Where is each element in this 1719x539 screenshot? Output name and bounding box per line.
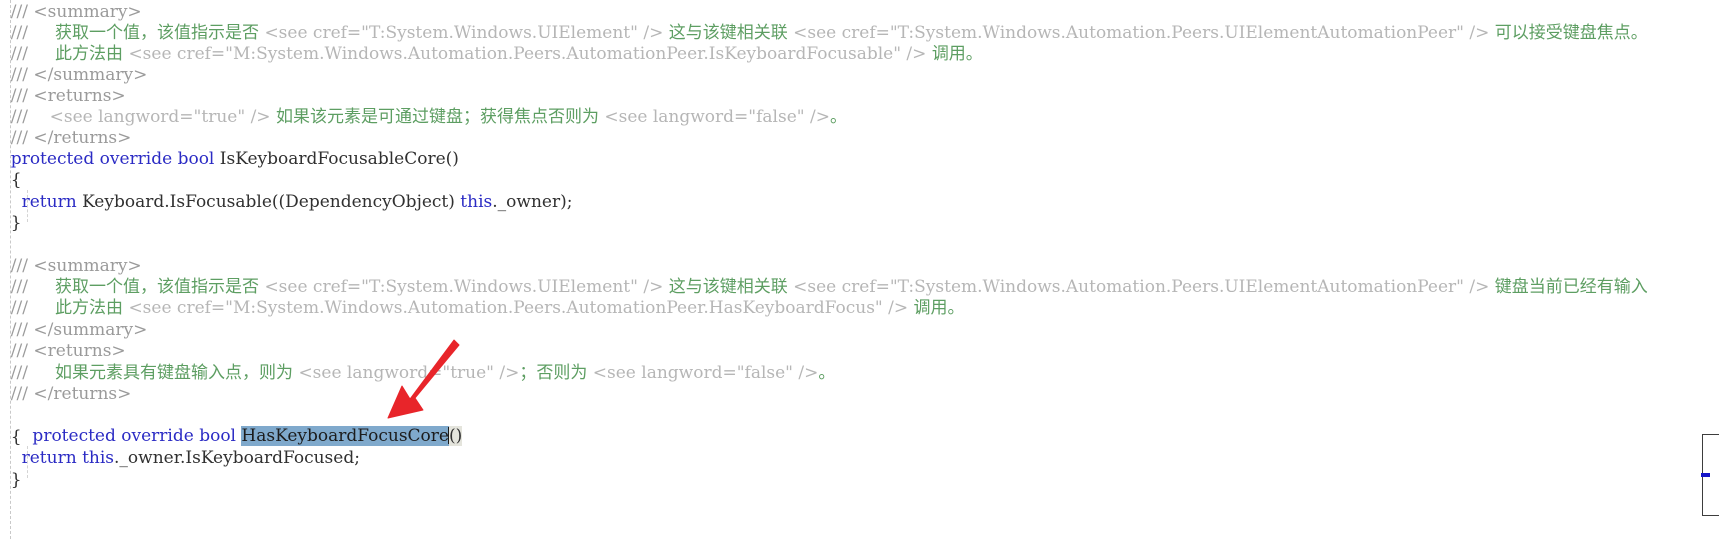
code-token: ///	[0, 341, 34, 361]
code-token: 键盘当前已经有输入	[1494, 277, 1648, 297]
scroll-map-frame[interactable]	[1701, 434, 1719, 516]
code-token: IsKeyboardFocusableCore()	[219, 149, 459, 169]
code-line[interactable]: }	[0, 213, 1719, 234]
code-token: ///	[0, 65, 34, 85]
code-line[interactable]: /// </returns>	[0, 128, 1719, 149]
code-token: this	[82, 448, 115, 468]
code-token: 调用。	[913, 298, 965, 318]
code-token: 如果元素具有键盘输入点，则为	[33, 363, 299, 383]
code-line[interactable]: }	[0, 470, 1719, 491]
code-token: 获取一个值，该值指示是否	[33, 277, 265, 297]
code-token: <see langword="true" />	[33, 107, 276, 127]
code-token: <see cref="T:System.Windows.Automation.P…	[793, 23, 1495, 43]
code-line[interactable]: /// <returns>	[0, 341, 1719, 362]
code-token: 如果该元素是可通过键盘；获得焦点否则为	[275, 107, 605, 127]
code-line-haskeyboardfocuscore[interactable]: protected override bool HasKeyboardFocus…	[0, 405, 1719, 447]
code-token: this	[460, 192, 493, 212]
code-token: ///	[0, 256, 34, 276]
code-line-keywords: protected override bool	[21, 426, 242, 447]
code-token: <see cref="T:System.Windows.UIElement" /…	[264, 277, 669, 297]
code-token: }	[0, 470, 22, 490]
code-token: ///	[0, 277, 34, 297]
code-token: <see langword="false" />	[604, 107, 830, 127]
code-token: 获取一个值，该值指示是否	[33, 23, 265, 43]
code-line[interactable]: /// </summary>	[0, 320, 1719, 341]
code-token: }	[0, 213, 22, 233]
code-line[interactable]: /// <see langword="true" /> 如果该元素是可通过键盘；…	[0, 107, 1719, 128]
code-line[interactable]: {	[0, 170, 1719, 191]
code-token: 此方法由	[33, 298, 129, 318]
code-token: return	[0, 448, 83, 468]
code-token: 此方法由	[33, 44, 129, 64]
code-token: <summary>	[33, 2, 142, 22]
code-token: </summary>	[33, 320, 148, 340]
code-token: ///	[0, 44, 34, 64]
code-line[interactable]: return Keyboard.IsFocusable((DependencyO…	[0, 192, 1719, 213]
code-line[interactable]: /// <returns>	[0, 86, 1719, 107]
selected-text[interactable]: HasKeyboardFocusCore	[241, 426, 449, 447]
code-line[interactable]: /// 如果元素具有键盘输入点，则为 <see langword="true" …	[0, 363, 1719, 384]
code-token: <returns>	[33, 86, 126, 106]
code-token: {	[0, 170, 22, 190]
code-token: 调用。	[931, 44, 983, 64]
code-token: <see langword="false" />	[592, 363, 819, 383]
code-token: ///	[0, 107, 34, 127]
code-token: protected override bool	[0, 149, 220, 169]
code-token: ///	[0, 2, 34, 22]
code-token: <see cref="M:System.Windows.Automation.P…	[128, 298, 914, 318]
code-token: ///	[0, 128, 34, 148]
code-token: <summary>	[33, 256, 142, 276]
code-line[interactable]: /// </summary>	[0, 65, 1719, 86]
scroll-map-marker	[1701, 473, 1710, 477]
code-line[interactable]: /// <summary>	[0, 256, 1719, 277]
code-line[interactable]: return this._owner.IsKeyboardFocused;	[0, 448, 1719, 469]
code-token: <see cref="T:System.Windows.Automation.P…	[793, 277, 1495, 297]
code-token: </summary>	[33, 65, 148, 85]
code-token: <see cref="T:System.Windows.UIElement" /…	[264, 23, 669, 43]
code-line[interactable]: /// 此方法由 <see cref="M:System.Windows.Aut…	[0, 44, 1719, 65]
code-token: 这与该键相关联	[668, 23, 794, 43]
code-token: ._owner.IsKeyboardFocused;	[114, 448, 360, 468]
code-lines-container[interactable]: /// <summary> /// 获取一个值，该值指示是否 <see cref…	[0, 0, 1719, 539]
code-token: ///	[0, 86, 34, 106]
code-token: ///	[0, 298, 34, 318]
code-token: 这与该键相关联	[668, 277, 794, 297]
code-token: Keyboard.IsFocusable((DependencyObject)	[82, 192, 461, 212]
code-token: 。	[818, 363, 836, 383]
code-token: ///	[0, 363, 34, 383]
code-line[interactable]: /// <summary>	[0, 2, 1719, 23]
code-line[interactable]: protected override bool IsKeyboardFocusa…	[0, 149, 1719, 170]
code-line[interactable]: /// 获取一个值，该值指示是否 <see cref="T:System.Win…	[0, 23, 1719, 44]
code-line[interactable]: /// 此方法由 <see cref="M:System.Windows.Aut…	[0, 298, 1719, 319]
code-token: ///	[0, 23, 34, 43]
code-token: 。	[829, 107, 847, 127]
code-line[interactable]: /// </returns>	[0, 384, 1719, 405]
code-token: 可以接受键盘焦点。	[1494, 23, 1648, 43]
code-token: ///	[0, 384, 34, 404]
bracket-match-highlight: ()	[448, 426, 463, 447]
code-line[interactable]: /// 获取一个值，该值指示是否 <see cref="T:System.Win…	[0, 277, 1719, 298]
code-line[interactable]	[0, 234, 1719, 255]
code-token: </returns>	[33, 384, 132, 404]
code-token: <see cref="M:System.Windows.Automation.P…	[128, 44, 932, 64]
code-token: return	[0, 192, 83, 212]
code-token: ._owner);	[492, 192, 573, 212]
code-token: </returns>	[33, 128, 132, 148]
code-token: <returns>	[33, 341, 126, 361]
code-token: ///	[0, 320, 34, 340]
code-token: <see langword="true" />	[298, 363, 520, 383]
code-token: ；否则为	[519, 363, 593, 383]
code-editor[interactable]: /// <summary> /// 获取一个值，该值指示是否 <see cref…	[0, 0, 1719, 539]
